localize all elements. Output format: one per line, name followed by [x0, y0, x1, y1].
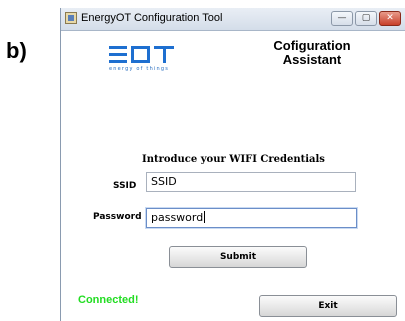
ssid-input[interactable]: SSID: [146, 172, 356, 192]
connection-status: Connected!: [78, 294, 139, 306]
logo-tagline: energy of things: [109, 66, 170, 72]
logo-letter-e: [109, 46, 127, 63]
text-caret: [204, 211, 206, 223]
title-bar[interactable]: EnergyOT Configuration Tool — ▢ ✕: [61, 8, 405, 31]
submit-button[interactable]: Submit: [169, 246, 307, 268]
password-input[interactable]: password: [146, 208, 357, 228]
logo-letter-o: [131, 46, 150, 63]
close-button[interactable]: ✕: [379, 11, 401, 26]
app-icon: [65, 12, 77, 24]
password-value: password: [151, 211, 204, 224]
heading-line-2: Assistant: [282, 52, 342, 67]
window-title: EnergyOT Configuration Tool: [81, 12, 223, 24]
minimize-button[interactable]: —: [331, 11, 353, 26]
heading-line-1: Cofiguration: [273, 38, 351, 53]
logo-mark: [109, 46, 175, 63]
password-label: Password: [93, 212, 142, 222]
page-heading: Cofiguration Assistant: [267, 39, 357, 67]
app-window: EnergyOT Configuration Tool — ▢ ✕ energy…: [60, 8, 405, 321]
maximize-button[interactable]: ▢: [355, 11, 377, 26]
figure-label: b): [6, 38, 27, 63]
logo-letter-t: [154, 46, 174, 63]
ssid-value: SSID: [151, 175, 177, 188]
form-intro: Introduce your WIFI Credentials: [142, 154, 325, 165]
ssid-label: SSID: [113, 181, 137, 191]
exit-button[interactable]: Exit: [259, 295, 397, 317]
eot-logo: energy of things: [109, 46, 175, 72]
